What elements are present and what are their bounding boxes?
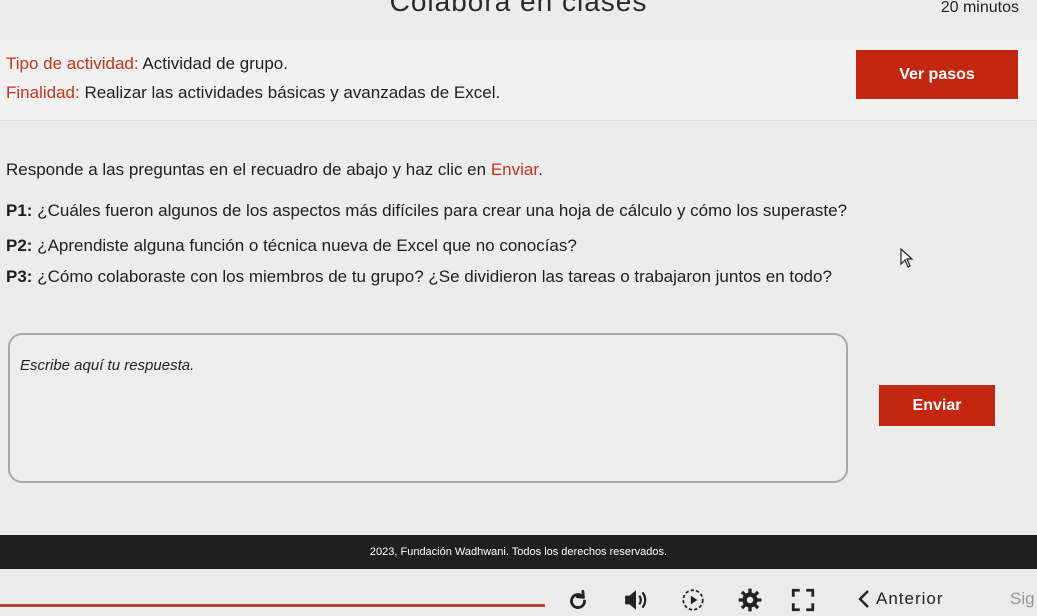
answer-input[interactable] [10, 335, 846, 481]
chevron-left-icon [858, 590, 869, 608]
instructions-highlight: Enviar [490, 160, 539, 179]
next-button[interactable]: Sig [1010, 589, 1035, 609]
previous-label: Anterior [876, 589, 944, 608]
answer-box [8, 333, 848, 483]
page-title: Colabora en clases [389, 0, 648, 17]
mouse-cursor-icon [900, 248, 914, 268]
instructions-text: Responde a las preguntas en el recuadro … [6, 160, 491, 179]
question-label: P3: [6, 267, 33, 286]
copyright-text: 2023, Fundación Wadhwani. Todos los dere… [369, 546, 668, 558]
activity-purpose-label: Finalidad: [6, 83, 80, 102]
settings-icon[interactable] [737, 587, 763, 613]
reload-icon[interactable] [565, 587, 591, 613]
activity-type-value: Actividad de grupo. [142, 54, 288, 73]
submit-button[interactable]: Enviar [879, 385, 995, 426]
footer: 2023, Fundación Wadhwani. Todos los dere… [0, 535, 1037, 569]
activity-type: Tipo de actividad: Actividad de grupo. [6, 54, 288, 74]
progress-bar [0, 604, 545, 607]
activity-type-label: Tipo de actividad: [6, 54, 139, 73]
instructions-end: . [538, 160, 543, 179]
player-toolbar: Anterior Sig [0, 569, 1037, 616]
volume-icon[interactable] [623, 587, 649, 613]
view-steps-button[interactable]: Ver pasos [856, 50, 1018, 99]
question-text: ¿Aprendiste alguna función o técnica nue… [37, 236, 577, 255]
fullscreen-icon[interactable] [790, 587, 816, 613]
question-label: P2: [6, 236, 33, 255]
question-text: ¿Cuáles fueron algunos de los aspectos m… [37, 201, 848, 220]
question-1: P1: ¿Cuáles fueron algunos de los aspect… [6, 201, 847, 221]
activity-purpose: Finalidad: Realizar las actividades bási… [6, 83, 500, 103]
question-label: P1: [6, 201, 33, 220]
timer: 20 minutos [940, 0, 1019, 16]
question-3: P3: ¿Cómo colaboraste con los miembros d… [6, 267, 832, 287]
question-2: P2: ¿Aprendiste alguna función o técnica… [6, 236, 577, 256]
previous-button[interactable]: Anterior [858, 589, 944, 609]
question-text: ¿Cómo colaboraste con los miembros de tu… [37, 267, 832, 286]
play-icon[interactable] [680, 587, 706, 613]
instructions: Responde a las preguntas en el recuadro … [6, 160, 543, 180]
activity-purpose-value: Realizar las actividades básicas y avanz… [84, 83, 501, 102]
